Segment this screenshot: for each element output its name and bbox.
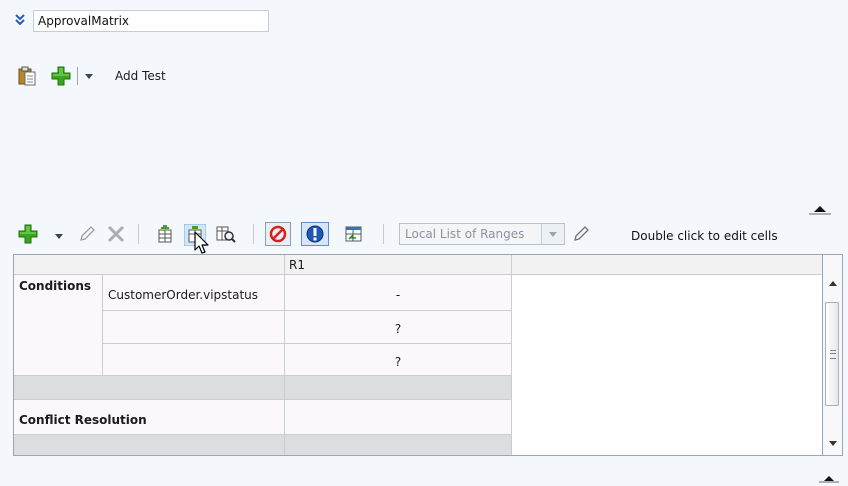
scrollbar-thumb[interactable] bbox=[825, 302, 839, 406]
conditions-label: Conditions bbox=[14, 275, 103, 376]
edit-hint-text: Double click to edit cells bbox=[631, 229, 778, 243]
grip-icon bbox=[830, 350, 836, 359]
condition-name-cell[interactable] bbox=[103, 344, 285, 376]
header-blank-cell bbox=[14, 255, 285, 275]
range-select-value: Local List of Ranges bbox=[405, 227, 525, 241]
chevron-down-icon[interactable] bbox=[85, 74, 93, 79]
conflict-resolution-label: Conflict Resolution bbox=[14, 400, 285, 435]
add-icon[interactable] bbox=[18, 224, 38, 244]
separator-row-cell bbox=[14, 435, 285, 455]
separator-row-cell bbox=[285, 376, 512, 400]
chevron-down-icon[interactable] bbox=[55, 234, 63, 239]
toolbar-separator bbox=[77, 67, 78, 85]
mouse-cursor-icon bbox=[194, 231, 209, 254]
pencil-icon[interactable] bbox=[571, 224, 591, 244]
scroll-down-icon[interactable] bbox=[829, 441, 837, 446]
toolbar-separator bbox=[383, 224, 384, 244]
condition-value-cell[interactable]: ? bbox=[285, 311, 512, 344]
rule-column-header[interactable]: R1 bbox=[285, 255, 512, 275]
rule-name-field[interactable]: ApprovalMatrix bbox=[33, 10, 269, 32]
condition-value-cell[interactable]: - bbox=[285, 275, 512, 311]
alert-icon[interactable] bbox=[301, 222, 329, 246]
collapse-up-icon[interactable] bbox=[807, 203, 833, 215]
add-test-button[interactable]: Add Test bbox=[115, 69, 166, 83]
range-select[interactable]: Local List of Ranges bbox=[399, 223, 565, 245]
collapse-chevron-icon[interactable] bbox=[14, 13, 26, 27]
condition-name-cell[interactable]: CustomerOrder.vipstatus bbox=[103, 275, 285, 311]
decision-table-grid: R1 Conditions CustomerOrder.vipstatus - … bbox=[13, 254, 823, 456]
toolbar-separator bbox=[138, 224, 139, 244]
vertical-scrollbar[interactable] bbox=[823, 254, 843, 456]
insert-column-icon[interactable] bbox=[155, 224, 175, 244]
refresh-table-icon[interactable] bbox=[343, 224, 365, 244]
header-empty-cell bbox=[512, 255, 822, 275]
conflict-resolution-cell[interactable] bbox=[285, 400, 512, 435]
condition-name-cell[interactable] bbox=[103, 311, 285, 344]
pencil-icon[interactable] bbox=[77, 224, 97, 244]
clipboard-icon[interactable] bbox=[18, 66, 36, 86]
scroll-up-icon[interactable] bbox=[829, 281, 837, 286]
separator-row-cell bbox=[285, 435, 512, 455]
separator-row-cell bbox=[14, 376, 285, 400]
chevron-down-icon[interactable] bbox=[541, 224, 564, 244]
toolbar-separator bbox=[253, 224, 254, 244]
condition-value-cell[interactable]: ? bbox=[285, 344, 512, 376]
delete-icon[interactable] bbox=[106, 224, 126, 244]
collapse-up-icon[interactable] bbox=[818, 473, 840, 483]
ban-icon[interactable] bbox=[265, 222, 291, 246]
add-icon[interactable] bbox=[51, 66, 71, 86]
find-icon[interactable] bbox=[215, 224, 237, 244]
